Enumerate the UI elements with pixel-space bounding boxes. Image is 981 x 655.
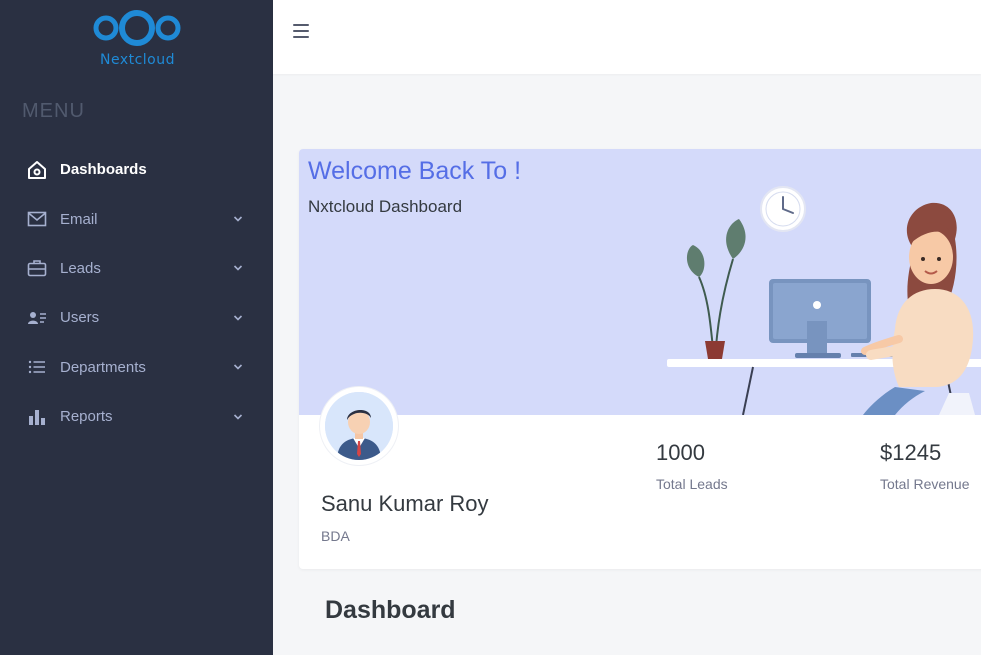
chevron-down-icon — [233, 265, 243, 272]
clock-icon — [760, 186, 806, 232]
chevron-down-icon — [233, 364, 243, 370]
list-icon — [27, 357, 47, 377]
sidebar-item-label: Dashboards — [60, 161, 147, 179]
stat-value: 1000 — [656, 440, 705, 465]
stat-total-leads: 1000 Total Leads — [656, 440, 728, 492]
sidebar-item-users[interactable]: Users — [0, 293, 273, 342]
home-icon — [27, 160, 47, 180]
sidebar: Nextcloud MENU Dashboards Email Leads Us… — [0, 0, 273, 655]
chevron-down-icon — [233, 216, 243, 222]
stat-label: Total Leads — [656, 476, 728, 492]
stat-total-revenue: $1245 Total Revenue — [880, 440, 970, 492]
nextcloud-logo[interactable]: Nextcloud — [90, 8, 185, 70]
topbar — [273, 0, 981, 74]
welcome-banner: Welcome Back To ! Nxtcloud Dashboard — [299, 149, 981, 415]
envelope-icon — [27, 209, 47, 229]
chevron-down-icon — [233, 414, 243, 420]
user-role: BDA — [321, 528, 350, 544]
monitor-icon — [769, 279, 871, 358]
menu-title: MENU — [22, 100, 85, 122]
sidebar-item-dashboards[interactable]: Dashboards — [0, 145, 273, 194]
welcome-title: Welcome Back To ! — [308, 157, 522, 185]
stat-label: Total Revenue — [880, 476, 970, 492]
logo-text: Nextcloud — [99, 52, 176, 68]
welcome-card: Welcome Back To ! Nxtcloud Dashboard San… — [299, 149, 981, 569]
hamburger-icon[interactable] — [293, 24, 309, 40]
stat-value: $1245 — [880, 440, 942, 465]
plant-icon — [686, 219, 746, 360]
user-list-icon — [27, 308, 47, 328]
avatar[interactable] — [320, 387, 398, 465]
nextcloud-logo-icon — [93, 10, 181, 46]
workspace-illustration — [667, 186, 981, 415]
sidebar-item-departments[interactable]: Departments — [0, 343, 273, 392]
user-avatar-icon — [325, 392, 393, 460]
welcome-subtitle: Nxtcloud Dashboard — [308, 197, 463, 216]
sidebar-item-email[interactable]: Email — [0, 194, 273, 243]
sidebar-item-reports[interactable]: Reports — [0, 392, 273, 441]
page-title: Dashboard — [325, 596, 456, 624]
sidebar-item-leads[interactable]: Leads — [0, 244, 273, 293]
chevron-down-icon — [233, 315, 243, 321]
sidebar-nav: Dashboards Email Leads Users Departments… — [0, 145, 273, 441]
bar-chart-icon — [27, 407, 47, 427]
person-illustration — [861, 202, 975, 415]
briefcase-icon — [27, 258, 47, 278]
user-name: Sanu Kumar Roy — [321, 491, 489, 516]
